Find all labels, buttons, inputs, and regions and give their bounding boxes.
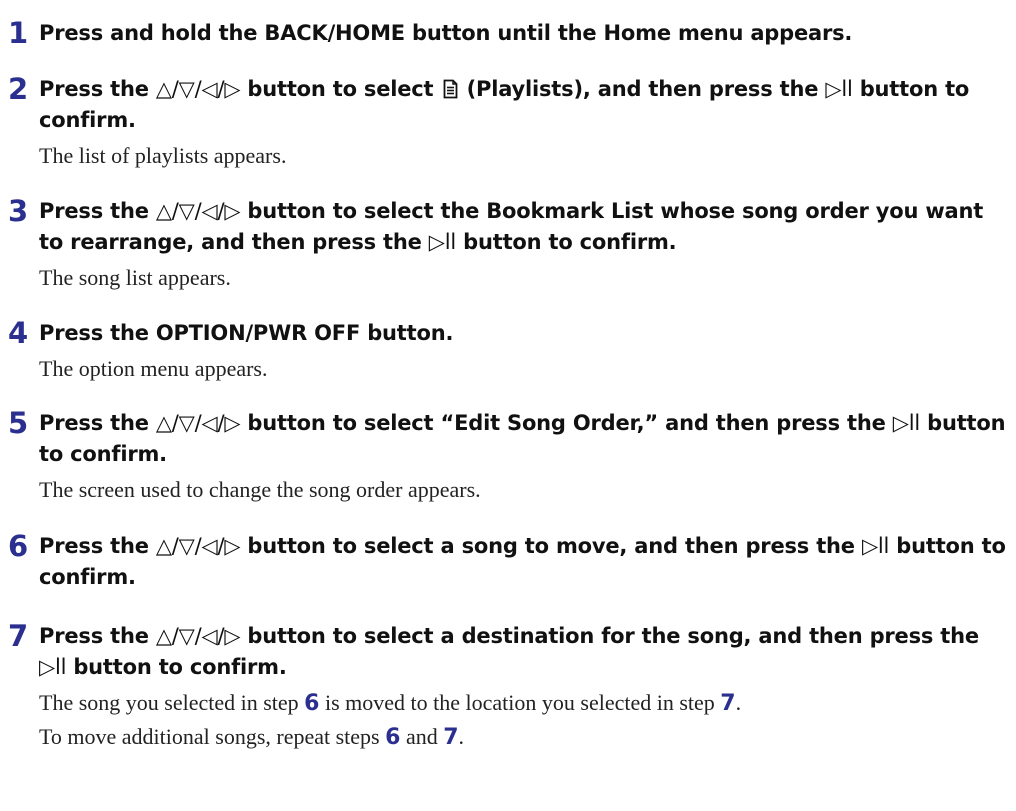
title-text: Press the <box>39 411 156 435</box>
play-pause-symbol: ▷ll <box>39 655 67 679</box>
step-title: Press the △/▽/◁/▷ button to select the B… <box>39 196 1008 258</box>
title-text: button to select a song to move, and the… <box>240 534 862 558</box>
manual-page: 1 Press and hold the BACK/HOME button un… <box>0 0 1016 811</box>
step-result: The option menu appears. <box>39 356 268 381</box>
title-text: button to confirm. <box>456 230 677 254</box>
title-text: button to select <box>240 77 441 101</box>
step-result: The song you selected in step 6 is moved… <box>39 686 1008 754</box>
title-text: Press the <box>39 534 156 558</box>
step-reference: 7 <box>720 691 736 716</box>
step-number: 5 <box>8 406 29 440</box>
title-text: Press the <box>39 77 156 101</box>
result-line: The song you selected in step 6 is moved… <box>39 686 1008 720</box>
step-reference: 6 <box>304 691 320 716</box>
step-result: The song list appears. <box>39 265 231 290</box>
step-number: 2 <box>8 72 29 106</box>
step-2: 2 Press the △/▽/◁/▷ button to select (Pl… <box>8 72 1008 172</box>
step-title: Press the △/▽/◁/▷ button to select (Play… <box>39 74 1008 136</box>
title-text: Press the <box>39 624 156 648</box>
step-title: Press the △/▽/◁/▷ button to select a son… <box>39 531 1008 593</box>
title-text: button to select “Edit Song Order,” and … <box>240 411 893 435</box>
title-text: button to confirm. <box>66 655 287 679</box>
step-result: The screen used to change the song order… <box>39 477 481 502</box>
step-7: 7 Press the △/▽/◁/▷ button to select a d… <box>8 619 1008 754</box>
step-number: 7 <box>8 619 29 653</box>
playlist-icon <box>443 79 457 99</box>
result-text: The song you selected in step <box>39 690 305 715</box>
play-pause-symbol: ▷ll <box>428 230 457 254</box>
step-5: 5 Press the △/▽/◁/▷ button to select “Ed… <box>8 406 1008 506</box>
step-3: 3 Press the △/▽/◁/▷ button to select the… <box>8 194 1008 294</box>
step-title: Press the OPTION/PWR OFF button. <box>39 321 454 345</box>
result-text: is moved to the location you selected in… <box>319 690 721 715</box>
nav-buttons-symbol: △/▽/◁/▷ <box>155 534 241 558</box>
play-pause-symbol: ▷ll <box>892 411 920 435</box>
step-1: 1 Press and hold the BACK/HOME button un… <box>8 16 1008 50</box>
play-pause-symbol: ▷ll <box>861 534 890 558</box>
step-number: 1 <box>8 16 29 50</box>
step-number: 3 <box>8 194 29 228</box>
step-6: 6 Press the △/▽/◁/▷ button to select a s… <box>8 529 1008 593</box>
nav-buttons-symbol: △/▽/◁/▷ <box>155 624 241 648</box>
step-number: 6 <box>8 529 29 563</box>
result-text: To move additional songs, repeat steps <box>39 724 386 749</box>
play-pause-symbol: ▷ll <box>825 77 853 101</box>
nav-buttons-symbol: △/▽/◁/▷ <box>155 199 241 223</box>
step-title: Press and hold the BACK/HOME button unti… <box>39 21 853 45</box>
result-text: . <box>735 690 742 715</box>
title-text: button to select a destination for the s… <box>240 624 979 648</box>
step-title: Press the △/▽/◁/▷ button to select “Edit… <box>39 408 1008 470</box>
nav-buttons-symbol: △/▽/◁/▷ <box>155 411 241 435</box>
step-title: Press the △/▽/◁/▷ button to select a des… <box>39 621 1008 683</box>
result-text: . <box>458 724 465 749</box>
step-reference: 7 <box>443 725 459 750</box>
title-text: (Playlists), and then press the <box>459 77 826 101</box>
result-text: and <box>400 724 444 749</box>
step-result: The list of playlists appears. <box>39 143 287 168</box>
step-reference: 6 <box>385 725 401 750</box>
step-4: 4 Press the OPTION/PWR OFF button. The o… <box>8 316 1008 385</box>
nav-buttons-symbol: △/▽/◁/▷ <box>155 77 241 101</box>
title-text: Press the <box>39 199 156 223</box>
step-number: 4 <box>8 316 29 350</box>
result-line: To move additional songs, repeat steps 6… <box>39 720 1008 754</box>
